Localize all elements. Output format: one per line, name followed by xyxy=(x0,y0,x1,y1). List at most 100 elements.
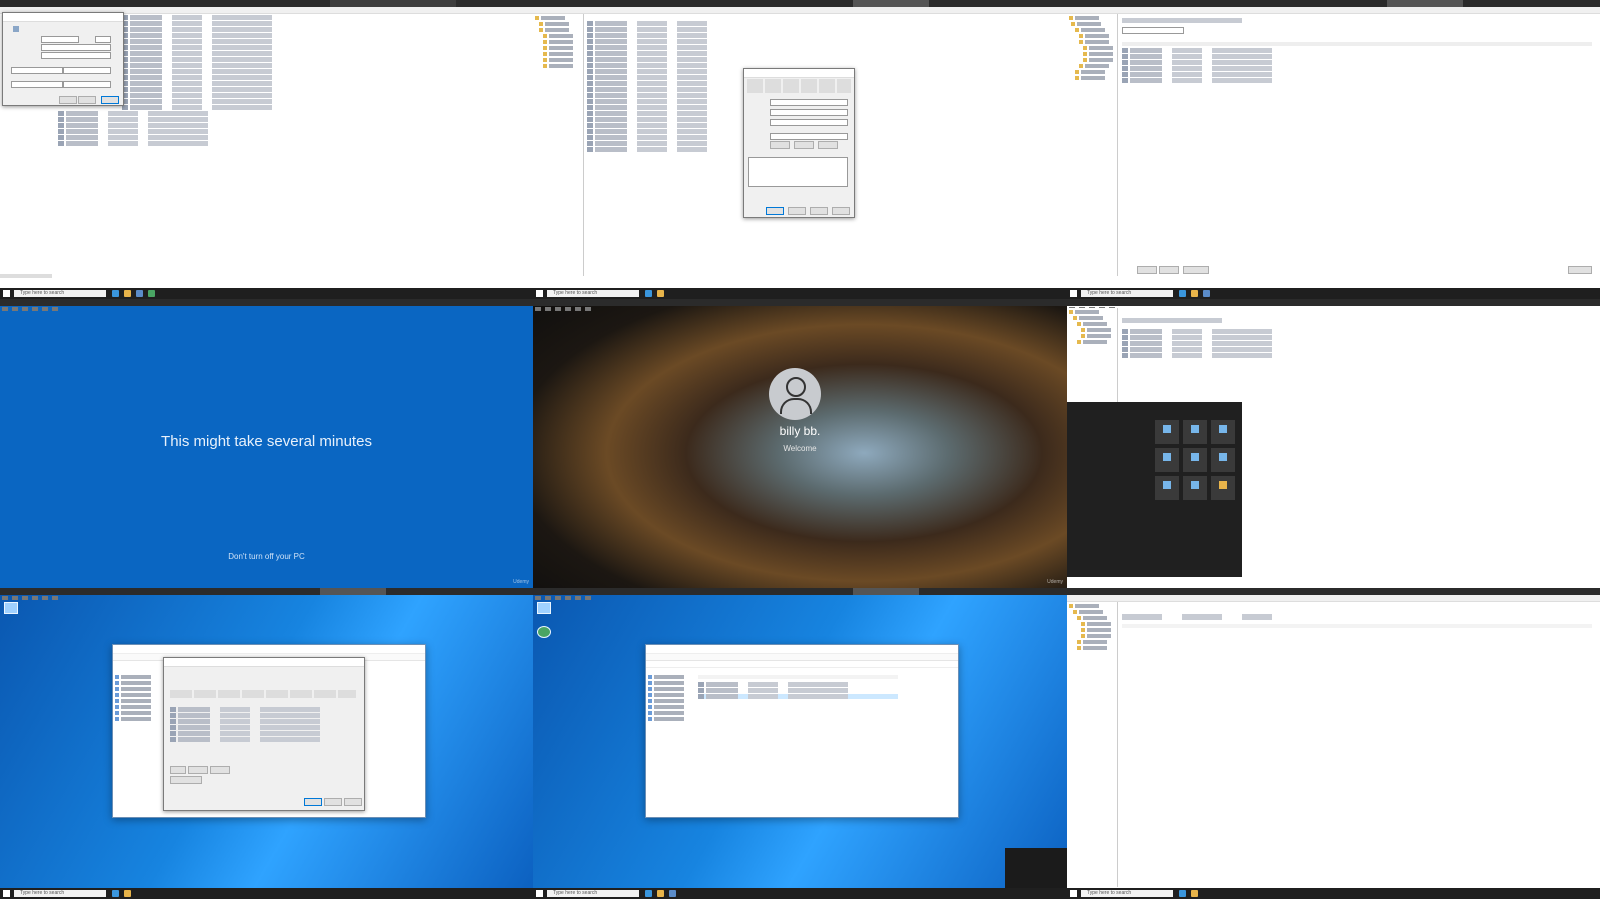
vm-toolbar[interactable] xyxy=(1067,588,1600,600)
file-explorer-icon[interactable] xyxy=(1191,890,1198,897)
remove-button[interactable] xyxy=(818,141,838,149)
file-explorer-icon[interactable] xyxy=(124,290,131,297)
last-name-field[interactable] xyxy=(41,44,111,51)
cancel-button[interactable] xyxy=(324,798,342,806)
app-icon[interactable] xyxy=(148,290,155,297)
taskbar-search[interactable]: Type here to search xyxy=(14,290,106,297)
ok-button[interactable] xyxy=(304,798,322,806)
remove-button[interactable] xyxy=(188,766,208,774)
start-tile[interactable] xyxy=(1183,476,1207,500)
gpo-tree[interactable] xyxy=(1067,602,1118,887)
vm-tab[interactable] xyxy=(1387,0,1463,7)
property-tabs[interactable] xyxy=(747,79,851,93)
file-explorer-icon[interactable] xyxy=(657,890,664,897)
change-button[interactable] xyxy=(770,141,790,149)
edge-icon[interactable] xyxy=(1179,290,1186,297)
disable-inheritance-button[interactable] xyxy=(170,776,202,784)
edge-icon[interactable] xyxy=(645,890,652,897)
start-tile[interactable] xyxy=(1211,420,1235,444)
taskbar-search[interactable]: Type here to search xyxy=(1081,290,1173,297)
results-column-header[interactable] xyxy=(1122,624,1592,628)
view-button[interactable] xyxy=(210,766,230,774)
street-field[interactable] xyxy=(770,99,848,106)
start-tile[interactable] xyxy=(1155,420,1179,444)
file-explorer-icon[interactable] xyxy=(657,290,664,297)
start-tile[interactable] xyxy=(1183,420,1207,444)
object-list[interactable] xyxy=(58,14,530,276)
start-button[interactable] xyxy=(536,890,543,897)
taskbar-search[interactable]: Type here to search xyxy=(14,890,106,897)
menu-bar[interactable] xyxy=(1067,7,1600,14)
vm-tab[interactable] xyxy=(330,0,456,7)
gpo-tree[interactable] xyxy=(1067,14,1118,276)
start-button[interactable] xyxy=(3,890,10,897)
full-name-field[interactable] xyxy=(41,52,111,59)
profile-path-field[interactable] xyxy=(770,133,848,140)
scrollbar[interactable] xyxy=(0,274,52,278)
results-tabs[interactable] xyxy=(1122,614,1592,620)
start-tile[interactable] xyxy=(1183,448,1207,472)
start-button[interactable] xyxy=(1070,290,1077,297)
logon-name-field[interactable] xyxy=(11,67,63,74)
permission-entries[interactable] xyxy=(170,706,356,743)
properties-button[interactable] xyxy=(794,141,814,149)
console-tree[interactable] xyxy=(533,14,584,276)
cancel-button[interactable] xyxy=(101,96,119,104)
pre2000-logon-field[interactable] xyxy=(63,81,111,88)
vm-toolbar[interactable] xyxy=(0,588,533,600)
city-field[interactable] xyxy=(770,119,848,126)
recycle-bin-icon[interactable] xyxy=(537,602,551,614)
vm-toolbar[interactable] xyxy=(533,0,1067,12)
first-name-field[interactable] xyxy=(41,36,79,43)
add-button[interactable] xyxy=(1137,266,1157,274)
object-list[interactable] xyxy=(587,20,707,153)
vm-tab[interactable] xyxy=(320,588,386,595)
po-box-field[interactable] xyxy=(770,109,848,116)
back-button[interactable] xyxy=(59,96,77,104)
start-tile[interactable] xyxy=(1211,448,1235,472)
navigation-pane[interactable] xyxy=(115,673,159,723)
start-tile[interactable] xyxy=(1211,476,1235,500)
menu-bar[interactable] xyxy=(1067,595,1600,602)
advanced-button[interactable] xyxy=(1568,266,1592,274)
vm-toolbar[interactable] xyxy=(1067,0,1600,12)
file-explorer-icon[interactable] xyxy=(124,890,131,897)
edge-icon[interactable] xyxy=(112,290,119,297)
vm-toolbar[interactable] xyxy=(0,299,533,311)
notes-textarea[interactable] xyxy=(748,157,848,187)
vm-tab[interactable] xyxy=(853,588,919,595)
edge-icon[interactable] xyxy=(645,290,652,297)
initials-field[interactable] xyxy=(95,36,111,43)
ribbon[interactable] xyxy=(646,654,958,661)
start-button[interactable] xyxy=(1070,890,1077,897)
start-button[interactable] xyxy=(536,290,543,297)
start-tile[interactable] xyxy=(1155,476,1179,500)
app-icon[interactable] xyxy=(669,890,676,897)
cancel-button[interactable] xyxy=(788,207,806,215)
start-button[interactable] xyxy=(3,290,10,297)
filter-select[interactable] xyxy=(1122,27,1184,34)
properties-button[interactable] xyxy=(1183,266,1209,274)
desktop-shortcut-icon[interactable] xyxy=(537,626,551,638)
notification-toast[interactable] xyxy=(1005,848,1067,888)
vm-toolbar[interactable] xyxy=(1067,299,1600,311)
security-tabs[interactable] xyxy=(170,690,356,698)
file-explorer-icon[interactable] xyxy=(1191,290,1198,297)
menu-bar[interactable] xyxy=(533,7,1067,14)
navigation-pane[interactable] xyxy=(648,673,692,723)
taskbar-search[interactable]: Type here to search xyxy=(547,890,639,897)
help-button[interactable] xyxy=(832,207,850,215)
start-tile[interactable] xyxy=(1155,448,1179,472)
taskbar-search[interactable]: Type here to search xyxy=(547,290,639,297)
app-icon[interactable] xyxy=(136,290,143,297)
edge-icon[interactable] xyxy=(1179,890,1186,897)
vm-toolbar[interactable] xyxy=(533,299,1067,311)
app-icon[interactable] xyxy=(1203,290,1210,297)
remove-button[interactable] xyxy=(1159,266,1179,274)
file-list[interactable] xyxy=(698,675,898,700)
address-bar[interactable] xyxy=(646,661,958,668)
add-button[interactable] xyxy=(170,766,186,774)
domain-select[interactable] xyxy=(63,67,111,74)
recycle-bin-icon[interactable] xyxy=(4,602,18,614)
edge-icon[interactable] xyxy=(112,890,119,897)
